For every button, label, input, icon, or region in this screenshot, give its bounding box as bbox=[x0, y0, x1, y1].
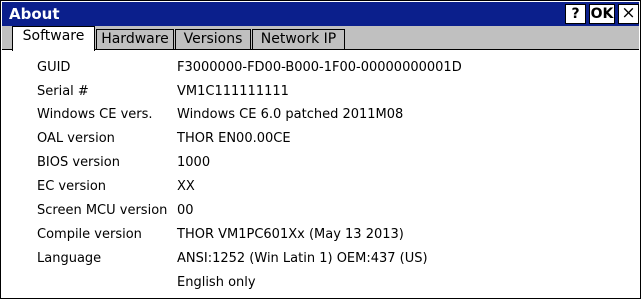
about-dialog: About ? OK × Software Hardware Versions … bbox=[0, 0, 641, 299]
help-button[interactable]: ? bbox=[565, 4, 586, 24]
windows-ce-value: Windows CE 6.0 patched 2011M08 bbox=[177, 107, 404, 122]
windows-ce-label: Windows CE vers. bbox=[37, 107, 153, 122]
compile-version-label: Compile version bbox=[37, 227, 142, 242]
screen-mcu-label: Screen MCU version bbox=[37, 203, 168, 218]
language-value: ANSI:1252 (Win Latin 1) OEM:437 (US) bbox=[177, 251, 428, 266]
ec-version-value: XX bbox=[177, 179, 195, 194]
close-button[interactable]: × bbox=[618, 4, 639, 24]
software-panel: GUID F3000000-FD00-B000-1F00-00000000001… bbox=[2, 49, 639, 298]
compile-version-value: THOR VM1PC601Xx (May 13 2013) bbox=[177, 227, 404, 242]
tab-hardware[interactable]: Hardware bbox=[96, 29, 174, 49]
guid-value: F3000000-FD00-B000-1F00-00000000001D bbox=[177, 60, 462, 75]
ec-version-label: EC version bbox=[37, 179, 107, 194]
tab-network-ip[interactable]: Network IP bbox=[252, 29, 345, 49]
window-title: About bbox=[9, 5, 60, 23]
bios-version-value: 1000 bbox=[177, 155, 211, 170]
language-extra-value: English only bbox=[177, 275, 256, 290]
title-bar[interactable]: About ? OK × bbox=[2, 2, 639, 26]
bios-version-label: BIOS version bbox=[37, 155, 120, 170]
screen-mcu-value: 00 bbox=[177, 203, 194, 218]
serial-value: VM1C111111111 bbox=[177, 84, 289, 99]
tab-software[interactable]: Software bbox=[12, 26, 95, 51]
language-label: Language bbox=[37, 251, 102, 266]
oal-version-value: THOR EN00.00CE bbox=[177, 131, 291, 146]
serial-label: Serial # bbox=[37, 84, 89, 99]
guid-label: GUID bbox=[37, 60, 71, 75]
tab-versions[interactable]: Versions bbox=[175, 29, 251, 49]
ok-button[interactable]: OK bbox=[589, 4, 615, 24]
tab-strip: Software Hardware Versions Network IP bbox=[2, 26, 639, 51]
oal-version-label: OAL version bbox=[37, 131, 115, 146]
